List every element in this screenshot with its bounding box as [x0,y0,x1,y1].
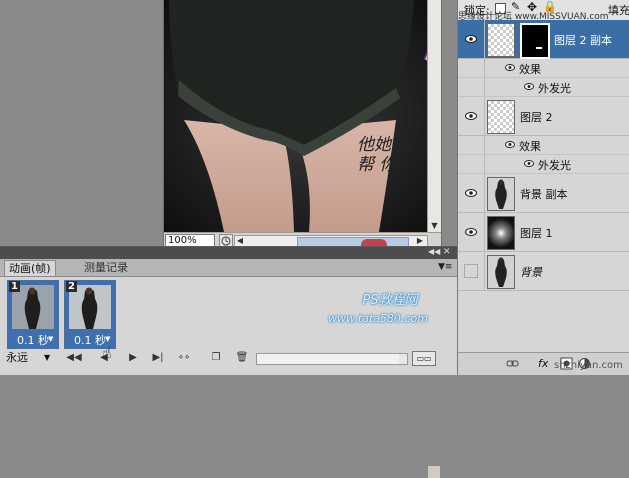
chevron-down-icon[interactable]: ▼ [44,350,50,366]
next-frame-icon[interactable]: ▶| [150,351,166,365]
frame-number: 1 [9,281,20,292]
scroll-down-icon[interactable]: ▼ [428,220,441,232]
watermark-url: www.tata580.com [328,312,428,325]
frames-scrollbar[interactable] [256,353,408,365]
panel-menu-icon[interactable]: ▼≡ [438,262,452,272]
layer-row-background[interactable]: 背景 [458,252,629,291]
layer-thumbnail [487,23,515,57]
scrollbar-thumb[interactable] [257,354,399,364]
layer-thumbnail [487,100,515,134]
canvas-photo[interactable] [164,0,441,232]
chevron-down-icon[interactable]: ▼ [48,335,53,343]
vertical-scrollbar[interactable]: ▼ [427,0,441,232]
eye-icon[interactable] [465,189,477,197]
visibility-toggle[interactable] [458,97,485,135]
convert-to-timeline-icon[interactable]: ▭▭ [412,351,436,366]
layer-row-background-copy[interactable]: 背景 副本 [458,174,629,213]
lock-bar: 锁定: ✎ ✥ 🔒 填充 思缘设计论坛 www.MISSVUAN.com [458,0,629,22]
site-watermark-bottom: shzhiyan.com [554,360,623,371]
visibility-column [458,59,485,77]
scroll-left-icon[interactable]: ◀ [235,236,245,246]
document-window: 100% ◀ ▶ ▼ [163,0,442,478]
hand-cursor-icon: ☝ [102,343,112,362]
layer-thumbnail [487,177,515,211]
first-frame-icon[interactable]: ◀◀ [66,351,82,365]
effects-row[interactable]: 效果 [458,59,629,78]
panel-titlebar: ◀◀ ✕ [0,247,457,259]
visibility-column [458,155,485,173]
layers-panel: 锁定: ✎ ✥ 🔒 填充 思缘设计论坛 www.MISSVUAN.com 图层 … [457,0,629,375]
duplicate-frame-icon[interactable]: ❐ [208,351,224,365]
visibility-toggle[interactable] [458,174,485,212]
scroll-right-icon[interactable]: ▶ [415,236,425,246]
resize-grip-icon[interactable] [428,466,440,478]
layer-row-layer2[interactable]: 图层 2 [458,97,629,136]
effects-row[interactable]: 效果 [458,136,629,155]
animation-panel: ◀◀ ✕ 动画(帧) 测量记录 ▼≡ 1 0.1 秒 ▼ 2 0.1 秒 ▼ 永… [0,246,457,375]
layer-row-layer2-copy[interactable]: 图层 2 副本 [458,20,629,59]
layer-thumbnail [487,255,515,289]
eye-icon[interactable] [465,35,477,43]
eye-icon[interactable] [524,83,534,90]
animation-frame-2[interactable]: 2 0.1 秒 ▼ [64,280,116,349]
layer-name: 图层 1 [520,227,553,240]
layer-thumbnail [487,216,515,250]
effect-item-row[interactable]: 外发光 [458,78,629,97]
animation-controls: 永远 ▼ ◀◀ ◀ ▶ ▶| ∘∘ ❐ 🗑 ▭▭ [0,349,457,369]
visibility-column [458,78,485,96]
play-icon[interactable]: ▶ [125,351,141,365]
layer-row-layer1[interactable]: 图层 1 [458,213,629,252]
chevron-down-icon[interactable]: ▼ [105,335,110,343]
layer-mask-thumbnail[interactable] [520,23,550,59]
layer-name: 图层 2 [520,111,553,124]
lock-brush-icon[interactable]: ✎ [511,0,520,13]
outer-glow-label: 外发光 [538,82,571,95]
delete-frame-icon[interactable]: 🗑 [234,351,250,365]
lock-move-icon[interactable]: ✥ [527,0,537,14]
effect-item-row[interactable]: 外发光 [458,155,629,174]
tab-measurement-log[interactable]: 测量记录 [80,260,132,275]
visibility-toggle[interactable] [458,20,485,58]
effects-label: 效果 [519,140,541,153]
lock-all-icon[interactable]: 🔒 [543,0,557,13]
layers-bottom-toolbar: fx shzhiyan.com [458,352,629,375]
watermark-text: PS教程网 [362,293,418,308]
collapse-icon[interactable]: ◀◀ [428,247,440,256]
eye-icon[interactable] [505,64,515,71]
eye-icon[interactable] [524,160,534,167]
tab-animation-frames[interactable]: 动画(帧) [4,260,56,276]
visibility-column [458,136,485,154]
tween-icon[interactable]: ∘∘ [176,351,192,365]
eye-icon[interactable] [505,141,515,148]
animation-frame-1[interactable]: 1 0.1 秒 ▼ [7,280,59,349]
panel-tabs: 动画(帧) 测量记录 ▼≡ [0,259,457,277]
close-icon[interactable]: ✕ [443,247,451,257]
visibility-toggle[interactable] [458,252,485,290]
layer-name: 背景 副本 [520,188,568,201]
eye-icon[interactable] [465,228,477,236]
eye-icon[interactable] [465,112,477,120]
layer-name: 背景 [520,266,542,279]
visibility-toggle[interactable] [458,213,485,251]
document-status-bar: 100% ◀ ▶ [164,232,441,478]
fill-label: 填充 [608,4,629,17]
outer-glow-label: 外发光 [538,159,571,172]
fx-icon[interactable]: fx [538,357,551,370]
frame-number: 2 [66,281,77,292]
layer-name: 图层 2 副本 [554,34,612,47]
link-icon[interactable] [506,357,519,370]
hidden-visibility-box[interactable] [464,264,478,278]
effects-label: 效果 [519,63,541,76]
calligraphy-text: 他她 我帮 你 [357,135,414,175]
